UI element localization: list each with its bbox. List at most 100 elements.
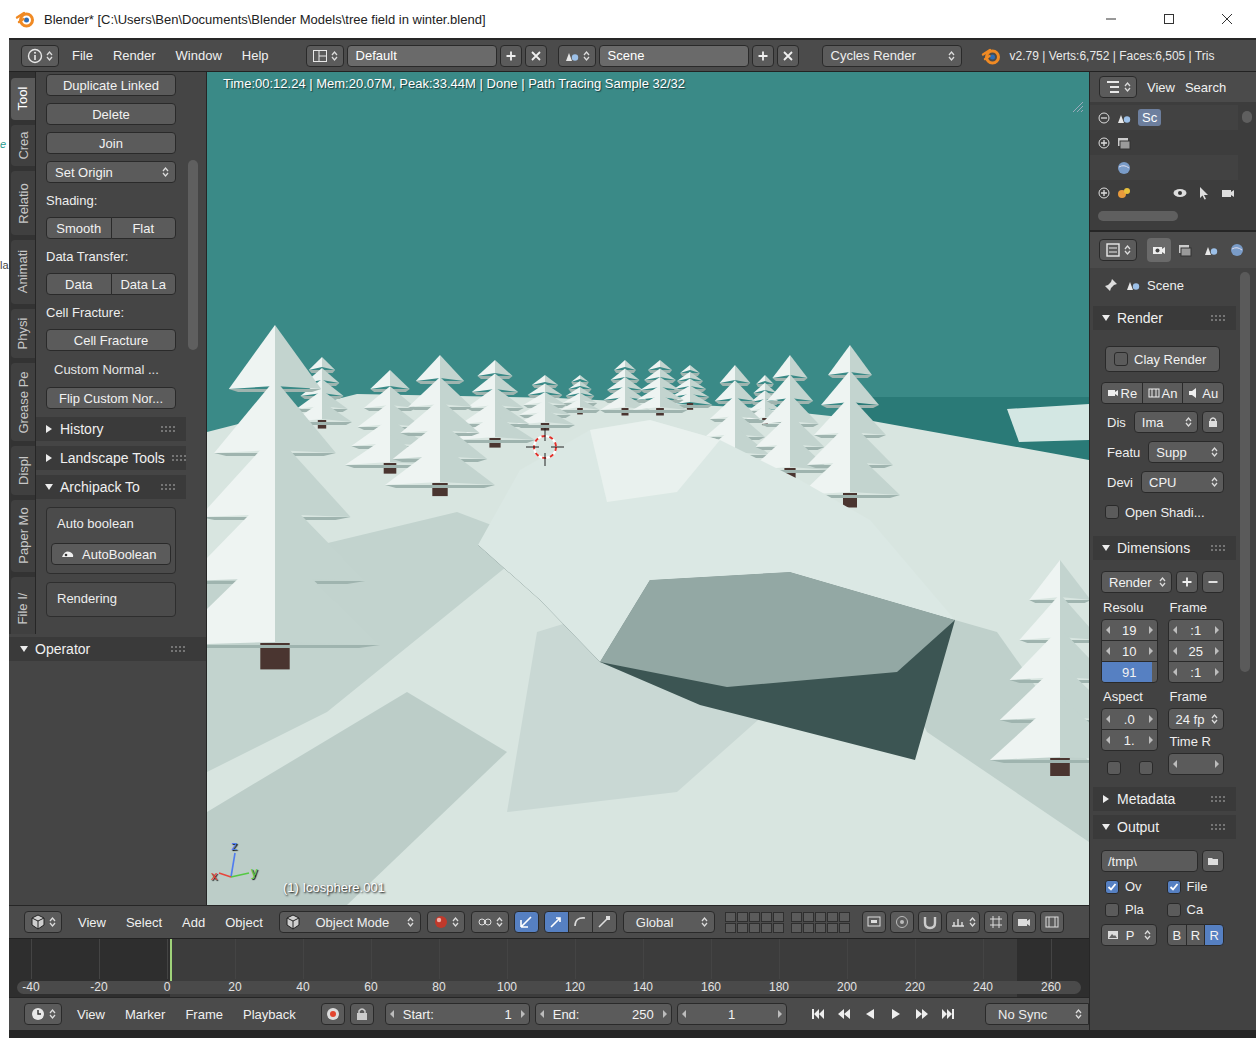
checkbox[interactable] [1107,761,1121,775]
number-field[interactable]: :1 [1168,619,1225,641]
drag-grip-icon[interactable] [1210,544,1226,552]
tool-dropdown[interactable]: Set Origin [46,161,176,183]
display-dropdown[interactable]: Ima [1134,411,1198,433]
layer-toggle[interactable] [725,923,736,933]
tool-button[interactable]: Data La [111,273,177,295]
number-field[interactable]: .0 [1101,708,1158,730]
shelf-tab[interactable]: File I/ [11,577,35,634]
tool-button[interactable]: Smooth [46,217,112,239]
menu-item[interactable]: Object [215,913,273,932]
shelf-tab[interactable]: Tool [11,78,35,120]
add-scene-button[interactable] [752,45,774,67]
number-field[interactable] [1168,753,1225,775]
shelf-tab[interactable]: Grease Pe [11,363,35,442]
manipulator-rotate-button[interactable] [568,911,593,933]
minimize-button[interactable] [1082,0,1140,38]
tool-button[interactable]: Data [46,273,112,295]
layer-toggle[interactable] [791,923,802,933]
decrement-arrow-icon[interactable] [1106,626,1111,634]
play-reverse-button[interactable] [858,1003,882,1025]
pivot-point-dropdown[interactable] [471,911,509,933]
expanded-triangle-icon[interactable] [1101,543,1111,553]
layer-toggle[interactable] [749,912,760,922]
eye-icon[interactable] [1172,185,1188,201]
add-preset-button[interactable] [1176,571,1198,593]
subpanel-header[interactable]: Landscape Tools [36,446,186,470]
decrement-arrow-icon[interactable] [1106,647,1111,655]
editor-type-dropdown[interactable] [1099,76,1137,98]
checkbox[interactable] [1105,505,1119,519]
timeline[interactable]: -40-200204060801001201401601802002202402… [9,938,1089,997]
checkbox[interactable] [1114,352,1128,366]
increment-arrow-icon[interactable] [1148,736,1153,744]
decrement-arrow-icon[interactable] [1106,715,1111,723]
tool-button[interactable]: Flat [111,217,177,239]
drag-grip-icon[interactable] [160,425,176,433]
editor-type-dropdown[interactable] [1099,239,1137,261]
checkbox[interactable] [1139,761,1153,775]
output-option[interactable]: Ca [1163,902,1225,917]
manipulator-translate-button[interactable] [544,911,569,933]
world-context-tab[interactable] [1225,238,1249,262]
layer-toggle[interactable] [815,923,826,933]
menu-item[interactable]: Render [103,46,166,65]
operator-panel-header[interactable]: Operator [9,637,206,661]
split-area-icon[interactable] [1071,100,1085,114]
layer-toggle[interactable] [737,923,748,933]
number-field[interactable]: 1. [1101,729,1158,751]
layout-name-field[interactable]: Default [347,45,497,67]
current-frame-line[interactable] [170,939,172,981]
checkbox[interactable] [1105,903,1119,917]
collapsed-triangle-icon[interactable] [44,453,54,463]
menu-item[interactable]: View [1137,78,1175,97]
menu-item[interactable]: Add [172,913,215,932]
color-mode-button[interactable]: R [1204,924,1224,946]
number-field[interactable]: 25 [1168,640,1225,662]
menu-item[interactable]: Help [232,46,279,65]
outliner-horizontal-scrollbar[interactable] [1098,211,1178,221]
decrement-arrow-icon[interactable] [1173,626,1178,634]
drag-grip-icon[interactable] [1210,795,1226,803]
decrement-arrow-icon[interactable] [682,1010,687,1018]
expand-icon[interactable] [1098,137,1110,149]
decrement-arrow-icon[interactable] [1106,736,1111,744]
increment-arrow-icon[interactable] [1214,760,1219,768]
layer-toggle[interactable] [749,923,760,933]
decrement-arrow-icon[interactable] [540,1010,545,1018]
render-action-button[interactable]: An [1142,382,1184,404]
output-panel-header[interactable]: Output [1093,815,1236,839]
opengl-render-button[interactable] [1012,911,1036,933]
drag-grip-icon[interactable] [1210,823,1226,831]
layer-toggle[interactable] [827,923,838,933]
menu-item[interactable]: Window [166,46,232,65]
layer-toggle[interactable] [761,912,772,922]
checkbox[interactable] [1167,903,1181,917]
delete-layout-button[interactable] [525,45,547,67]
menu-item[interactable]: File [62,46,103,65]
menu-item[interactable]: Playback [233,1005,306,1024]
outliner-row[interactable]: Sc [1090,105,1238,130]
autoboolean-button[interactable]: AutoBoolean [51,543,171,565]
lock-interface-button[interactable] [1202,411,1224,433]
render-layers-context-tab[interactable] [1173,238,1197,262]
increment-arrow-icon[interactable] [1214,668,1219,676]
outliner-vertical-scrollbar[interactable] [1238,102,1256,230]
increment-arrow-icon[interactable] [1148,647,1153,655]
expanded-triangle-icon[interactable] [1101,822,1111,832]
number-field[interactable]: 10 [1101,640,1158,662]
layer-toggle[interactable] [761,923,772,933]
increment-arrow-icon[interactable] [1148,626,1153,634]
outliner-row[interactable] [1090,130,1238,155]
drag-grip-icon[interactable] [170,645,186,653]
end-frame-field[interactable]: End:250 [535,1003,672,1025]
outliner-row[interactable] [1090,180,1238,205]
close-button[interactable] [1198,0,1256,38]
increment-arrow-icon[interactable] [520,1010,525,1018]
collapse-icon[interactable] [1098,112,1110,124]
shelf-tab[interactable]: Relatio [11,171,35,235]
start-frame-field[interactable]: Start:1 [385,1003,530,1025]
expanded-triangle-icon[interactable] [19,644,29,654]
transform-orientation-dropdown[interactable]: Global [623,911,715,933]
sync-mode-dropdown[interactable]: No Sync [985,1003,1089,1025]
layer-toggle[interactable] [815,912,826,922]
